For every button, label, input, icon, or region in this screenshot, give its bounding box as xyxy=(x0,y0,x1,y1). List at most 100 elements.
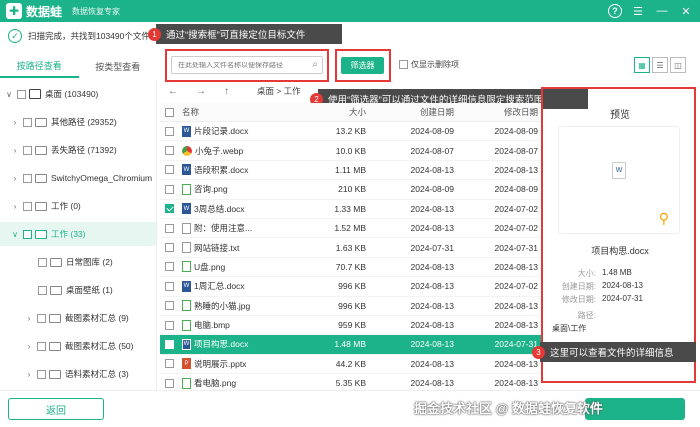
breadcrumb[interactable]: 桌面 > 工作 xyxy=(257,85,301,97)
tree-checkbox[interactable] xyxy=(23,117,32,127)
chevron-right-icon[interactable]: › xyxy=(24,314,34,323)
filter-button[interactable]: 筛选器 xyxy=(341,57,384,74)
tree-checkbox[interactable] xyxy=(38,257,47,267)
tree-item[interactable]: › SwitchyOmega_Chromium xyxy=(10,166,152,190)
row-checkbox[interactable] xyxy=(165,359,174,369)
col-name[interactable]: 名称 xyxy=(182,106,300,118)
folder-icon xyxy=(35,145,47,155)
chevron-right-icon[interactable]: › xyxy=(24,370,34,379)
tree-checkbox[interactable] xyxy=(37,369,46,379)
magnifier-icon[interactable]: ⚲ xyxy=(659,210,669,227)
minimize-icon[interactable]: — xyxy=(654,3,670,19)
chevron-right-icon[interactable]: › xyxy=(10,146,20,155)
only-deleted-toggle[interactable]: 仅显示删除项 xyxy=(399,59,459,70)
scan-status: ✓ 扫描完成，共找到103490个文件 xyxy=(0,22,700,50)
app-logo-icon: ✚ xyxy=(6,3,22,19)
table-row[interactable]: W 片段记录.docx 13.2 KB 2024-08-09 2024-08-09 xyxy=(160,122,542,142)
tree-item-desktop[interactable]: ∨ 桌面 (103490) xyxy=(4,82,98,106)
chevron-down-icon[interactable]: ∨ xyxy=(10,230,20,239)
table-row[interactable]: 电脑.bmp 959 KB 2024-08-13 2024-08-13 xyxy=(160,316,542,336)
row-checkbox[interactable] xyxy=(165,301,174,311)
row-checkbox[interactable] xyxy=(165,243,174,253)
tree-checkbox[interactable] xyxy=(37,341,46,351)
help-icon[interactable]: ? xyxy=(608,4,622,18)
col-size[interactable]: 大小 xyxy=(300,106,370,118)
tree-checkbox[interactable] xyxy=(38,285,47,295)
grid-view-icon[interactable]: ▦ xyxy=(634,57,650,73)
tree-item-label: 其他路径 (29352) xyxy=(51,117,117,127)
row-checkbox[interactable] xyxy=(165,146,174,156)
row-checkbox[interactable] xyxy=(165,339,174,349)
row-checkbox[interactable] xyxy=(165,262,174,272)
tree-item-label: 日常图库 (2) xyxy=(66,257,113,267)
forward-arrow-icon[interactable]: → xyxy=(196,86,206,97)
row-checkbox[interactable] xyxy=(165,165,174,175)
row-checkbox[interactable] xyxy=(165,378,174,388)
list-view-icon[interactable]: ☰ xyxy=(652,57,668,73)
table-row[interactable]: 咨询.png 210 KB 2024-08-09 2024-08-09 xyxy=(160,180,542,200)
table-row[interactable]: U盘.png 70.7 KB 2024-08-13 2024-08-13 xyxy=(160,258,542,278)
search-input[interactable] xyxy=(178,61,308,69)
tab-by-path[interactable]: 按路径查看 xyxy=(0,54,79,78)
detail-view-icon[interactable]: ◫ xyxy=(670,57,686,73)
up-arrow-icon[interactable]: ↑ xyxy=(224,86,229,97)
tree-checkbox[interactable] xyxy=(23,229,32,239)
tree-item[interactable]: › 工作 (0) xyxy=(10,194,81,218)
tree-item[interactable]: 桌面壁纸 (1) xyxy=(38,278,113,302)
table-row[interactable]: W 1周汇总.docx 996 KB 2024-08-13 2024-07-02 xyxy=(160,277,542,297)
file-created: 2024-08-09 xyxy=(410,126,454,137)
col-created[interactable]: 创建日期 xyxy=(370,106,456,118)
table-row[interactable]: 小兔子.webp 10.0 KB 2024-08-07 2024-08-07 xyxy=(160,141,542,161)
row-checkbox[interactable] xyxy=(165,204,174,214)
only-deleted-checkbox[interactable] xyxy=(399,60,408,69)
back-button[interactable]: 返回 xyxy=(8,398,104,420)
tree-checkbox[interactable] xyxy=(37,313,46,323)
tree-checkbox[interactable] xyxy=(17,89,26,99)
chevron-right-icon[interactable]: › xyxy=(10,202,20,211)
file-name: U盘.png xyxy=(194,261,226,272)
table-row[interactable]: W 3周总结.docx 1.33 MB 2024-08-13 2024-07-02 xyxy=(160,200,542,219)
tree-item-label: 桌面 (103490) xyxy=(45,89,99,99)
menu-icon[interactable]: ☰ xyxy=(630,3,646,19)
table-row[interactable]: 附：使用注意... 1.52 MB 2024-08-13 2024-07-02 xyxy=(160,219,542,239)
tree-item[interactable]: 日常图库 (2) xyxy=(38,250,113,274)
table-row[interactable]: 看电脑.png 5.35 KB 2024-08-13 2024-08-13 xyxy=(160,374,542,390)
select-all-checkbox[interactable] xyxy=(165,107,174,117)
tree-item[interactable]: › 其他路径 (29352) xyxy=(10,110,117,134)
tree-item[interactable]: › 语料素材汇总 (3) xyxy=(24,362,129,386)
row-checkbox[interactable] xyxy=(165,320,174,330)
row-checkbox[interactable] xyxy=(165,223,174,233)
tree-item[interactable]: › 截图素材汇总 (9) xyxy=(24,306,129,330)
chevron-right-icon[interactable]: › xyxy=(10,174,20,183)
title-bar: ✚ 数据蛙 数据恢复专家 ? ☰ — ✕ xyxy=(0,0,700,22)
chevron-down-icon[interactable]: ∨ xyxy=(4,90,14,99)
table-row-selected[interactable]: W 项目构思.docx 1.48 MB 2024-08-13 2024-07-31 xyxy=(160,335,542,355)
col-modified[interactable]: 修改日期 xyxy=(456,106,542,118)
chevron-right-icon[interactable]: › xyxy=(24,342,34,351)
image-file-icon xyxy=(182,300,191,312)
row-checkbox[interactable] xyxy=(165,126,174,136)
word-file-icon: W xyxy=(182,338,191,350)
only-deleted-label: 仅显示删除项 xyxy=(411,60,459,69)
file-name: 网站链接.txt xyxy=(194,242,240,253)
tree-item-selected[interactable]: ∨ 工作 (33) xyxy=(0,222,156,246)
tree-item[interactable]: › 丢失路径 (71392) xyxy=(10,138,117,162)
tree-checkbox[interactable] xyxy=(23,201,32,211)
tab-by-type[interactable]: 按类型查看 xyxy=(79,54,158,78)
table-row[interactable]: W 语段积累.docx 1.11 MB 2024-08-13 2024-08-13 xyxy=(160,161,542,181)
search-icon[interactable]: ⌕ xyxy=(312,59,318,70)
table-row[interactable]: 网站链接.txt 1.63 KB 2024-07-31 2024-07-31 xyxy=(160,238,542,258)
tree-item[interactable]: › 截图素材汇总 (50) xyxy=(24,334,134,358)
close-icon[interactable]: ✕ xyxy=(678,3,694,19)
tree-checkbox[interactable] xyxy=(23,145,32,155)
tree-checkbox[interactable] xyxy=(23,173,32,183)
row-checkbox[interactable] xyxy=(165,184,174,194)
table-row[interactable]: 熟睡的小猫.jpg 996 KB 2024-08-13 2024-08-13 xyxy=(160,297,542,316)
chevron-right-icon[interactable]: › xyxy=(10,118,20,127)
tree-item-label: 语料素材汇总 (3) xyxy=(65,369,129,379)
row-checkbox[interactable] xyxy=(165,281,174,291)
powerpoint-file-icon: P xyxy=(182,358,191,370)
back-arrow-icon[interactable]: ← xyxy=(168,86,178,97)
view-mode-buttons: ▦ ☰ ◫ xyxy=(634,57,686,73)
table-row[interactable]: P 说明展示.pptx 44.2 KB 2024-08-13 2024-08-13 xyxy=(160,355,542,375)
